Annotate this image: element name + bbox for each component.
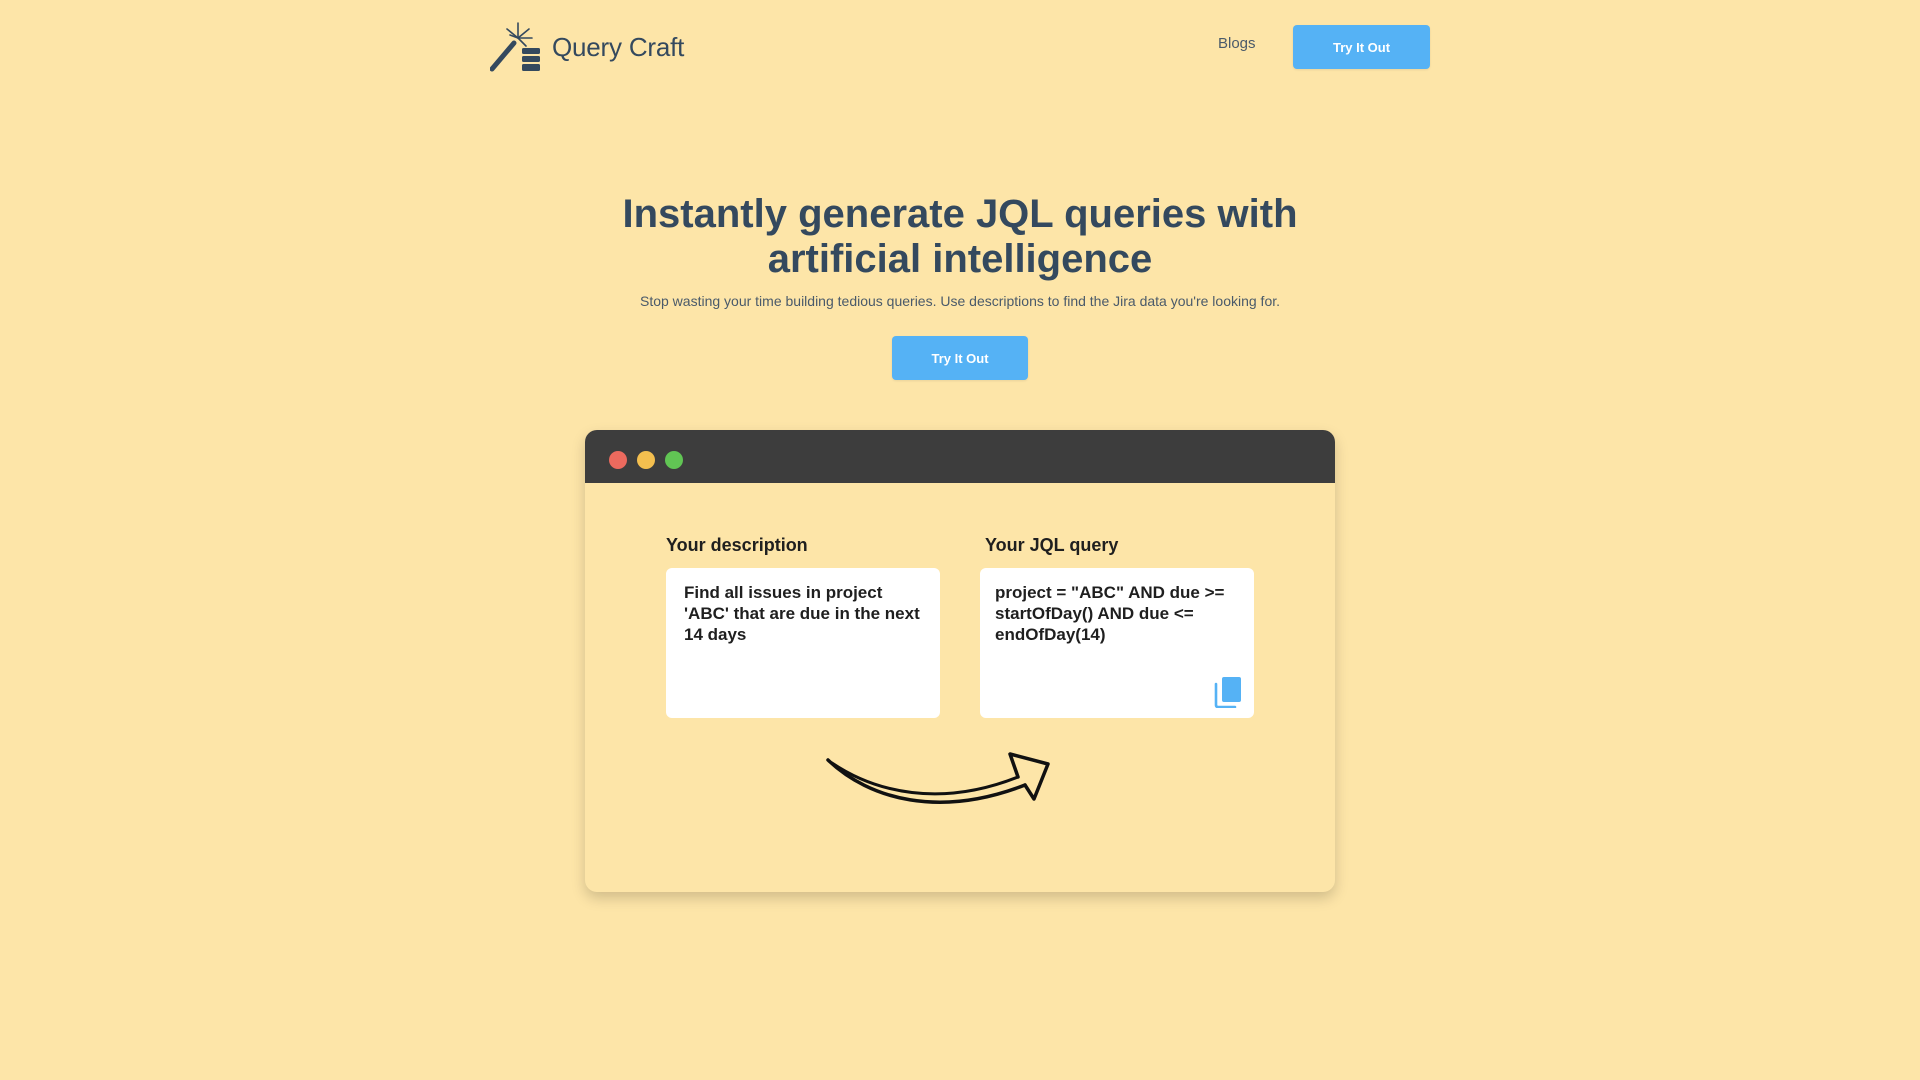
jql-label: Your JQL query bbox=[985, 535, 1119, 555]
description-label: Your description bbox=[666, 535, 808, 555]
window-minimize-dot bbox=[637, 451, 655, 469]
curved-arrow-icon bbox=[826, 752, 1050, 804]
hero-title-line-1: Instantly generate JQL queries with bbox=[622, 192, 1298, 236]
window-maximize-dot bbox=[665, 451, 683, 469]
jql-box: project = "ABC" AND due >= startOfDay() … bbox=[980, 568, 1254, 718]
hero-subtitle: Stop wasting your time building tedious … bbox=[639, 293, 1281, 309]
logo-link[interactable]: Query Craft bbox=[490, 20, 684, 74]
demo-window: Your description Your JQL query Find all… bbox=[585, 430, 1335, 892]
hero-try-it-out-button[interactable]: Try It Out bbox=[892, 336, 1028, 380]
header-try-it-out-button[interactable]: Try It Out bbox=[1293, 25, 1430, 69]
jql-text: project = "ABC" AND due >= startOfDay() … bbox=[995, 583, 1225, 644]
description-box: Find all issues in project 'ABC' that ar… bbox=[666, 568, 940, 718]
window-close-dot bbox=[609, 451, 627, 469]
copy-icon[interactable] bbox=[1214, 676, 1242, 708]
hero-title: Instantly generate JQL queries with arti… bbox=[560, 192, 1360, 282]
description-text: Find all issues in project 'ABC' that ar… bbox=[684, 583, 920, 644]
window-title-bar bbox=[585, 430, 1335, 483]
magic-wand-database-icon bbox=[490, 22, 540, 72]
site-header: Query Craft Blogs Try It Out bbox=[0, 0, 1920, 100]
logo-text: Query Craft bbox=[552, 31, 685, 62]
hero-title-line-2: artificial intelligence bbox=[767, 237, 1153, 281]
nav-link-blogs[interactable]: Blogs bbox=[1218, 35, 1256, 52]
